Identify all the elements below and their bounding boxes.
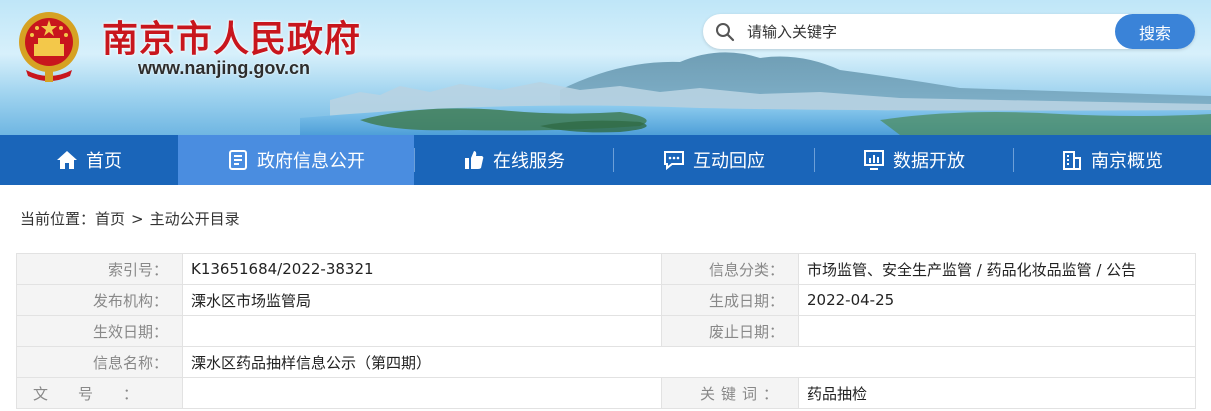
site-url[interactable]: www.nanjing.gov.cn bbox=[138, 58, 310, 79]
building-icon bbox=[1063, 151, 1081, 170]
nav-item-label: 首页 bbox=[86, 151, 122, 172]
table-row: 发布机构： 溧水区市场监管局 生成日期： 2022-04-25 bbox=[16, 284, 1196, 316]
keywords-label: 关键词： bbox=[661, 377, 799, 409]
table-row: 生效日期： 废止日期： bbox=[16, 315, 1196, 347]
site-title[interactable]: 南京市人民政府 bbox=[102, 10, 361, 62]
thumbs-up-icon bbox=[465, 151, 484, 169]
search-icon bbox=[716, 23, 735, 42]
nav-item-interaction[interactable]: 互动回应 bbox=[614, 135, 814, 185]
nav-item-label: 南京概览 bbox=[1091, 151, 1163, 172]
main-nav: 首页 政府信息公开 在线服务 互动回应 数据开放 南京概览 bbox=[0, 135, 1211, 185]
document-icon bbox=[229, 150, 247, 170]
search-bar: 搜索 bbox=[703, 14, 1195, 49]
chat-icon bbox=[664, 151, 684, 171]
effective-date-label: 生效日期： bbox=[16, 315, 183, 347]
publisher-label: 发布机构： bbox=[16, 284, 183, 316]
table-row: 文号： 关键词： 药品抽检 bbox=[16, 377, 1196, 409]
nav-item-label: 政府信息公开 bbox=[257, 151, 365, 172]
nav-item-label: 在线服务 bbox=[493, 151, 565, 172]
breadcrumb-separator: > bbox=[131, 210, 144, 228]
chart-icon bbox=[864, 150, 884, 170]
abolish-date-value bbox=[798, 315, 1196, 347]
breadcrumb: 当前位置：首页 > 主动公开目录 bbox=[20, 208, 240, 229]
nav-item-label: 互动回应 bbox=[693, 151, 765, 172]
search-input[interactable] bbox=[747, 18, 1107, 45]
document-info-table: 索引号： K13651684/2022-38321 信息分类： 市场监管、安全生… bbox=[16, 253, 1196, 409]
doc-number-label: 文号： bbox=[16, 377, 183, 409]
nav-item-gov-info[interactable]: 政府信息公开 bbox=[178, 135, 414, 185]
info-name-label: 信息名称： bbox=[16, 346, 183, 378]
nav-item-label: 数据开放 bbox=[893, 151, 965, 172]
category-label: 信息分类： bbox=[661, 253, 799, 285]
abolish-date-label: 废止日期： bbox=[661, 315, 799, 347]
nav-item-open-data[interactable]: 数据开放 bbox=[815, 135, 1013, 185]
index-number-value: K13651684/2022-38321 bbox=[182, 253, 662, 285]
created-date-value: 2022-04-25 bbox=[798, 284, 1196, 316]
keywords-value: 药品抽检 bbox=[798, 377, 1196, 409]
home-icon bbox=[57, 151, 77, 169]
nav-item-home[interactable]: 首页 bbox=[0, 135, 178, 185]
publisher-value: 溧水区市场监管局 bbox=[182, 284, 662, 316]
created-date-label: 生成日期： bbox=[661, 284, 799, 316]
breadcrumb-prefix: 当前位置： bbox=[20, 210, 96, 228]
effective-date-value bbox=[182, 315, 662, 347]
national-emblem-icon bbox=[19, 12, 79, 82]
info-name-value: 溧水区药品抽样信息公示（第四期） bbox=[182, 346, 1196, 378]
nav-item-online-service[interactable]: 在线服务 bbox=[415, 135, 613, 185]
breadcrumb-home-link[interactable]: 首页 bbox=[95, 210, 125, 228]
breadcrumb-catalog-link[interactable]: 主动公开目录 bbox=[150, 210, 240, 228]
table-row: 索引号： K13651684/2022-38321 信息分类： 市场监管、安全生… bbox=[16, 253, 1196, 285]
search-button[interactable]: 搜索 bbox=[1115, 14, 1195, 49]
nav-item-nanjing-overview[interactable]: 南京概览 bbox=[1014, 135, 1210, 185]
doc-number-value bbox=[182, 377, 662, 409]
index-number-label: 索引号： bbox=[16, 253, 183, 285]
table-row: 信息名称： 溧水区药品抽样信息公示（第四期） bbox=[16, 346, 1196, 378]
site-header: 南京市人民政府 www.nanjing.gov.cn 搜索 bbox=[0, 0, 1211, 135]
category-value: 市场监管、安全生产监管 / 药品化妆品监管 / 公告 bbox=[798, 253, 1196, 285]
